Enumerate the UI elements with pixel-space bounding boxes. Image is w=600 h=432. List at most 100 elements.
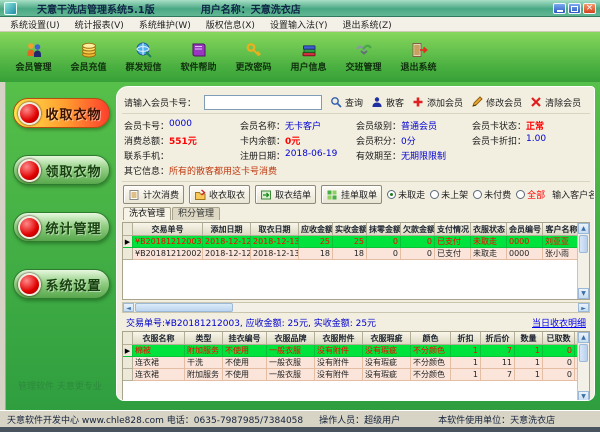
minimize-icon[interactable] [553,3,566,14]
main-wrap: 请输入会员卡号： 查询散客添加会员修改会员清除会员 会员卡号：0000会员名称：… [116,82,600,410]
table-cell: 0 [543,369,575,381]
item-row-2[interactable]: 连衣裙附加服务不使用一般衣服没有附件没有瑕疵不分颜色17107 [123,369,590,381]
item-row-1[interactable]: 连衣裙干洗不使用一般衣服没有附件没有瑕疵不分颜色1111011 [123,357,590,369]
field-value: 1.00 [526,134,546,147]
item-row-0[interactable]: ▶棉被附加服务不使用一般衣服没有附件没有瑕疵不分颜色17107 [123,345,590,357]
toolbar-shift-manage[interactable]: 交班管理 [338,41,389,73]
search-button[interactable]: 查询 [330,96,363,109]
sidebar-pickup-clothes[interactable]: 领取衣物 [13,155,110,185]
member-field: 注册日期：2018-06-19 [240,149,356,162]
scroll-right-icon[interactable] [578,303,589,312]
item-header-row: 衣服名称类型挂衣编号衣服品牌衣服附件衣服瑕疵颜色折扣折后价数量已取数总额 [123,332,590,345]
scroll-down-icon[interactable] [578,288,589,299]
column-header: 已取数 [543,332,575,345]
row-marker [123,248,133,260]
member-info-row: 其它信息：所有的散客都用这卡号消费 [124,163,588,178]
scroll-thumb[interactable] [579,344,588,362]
card-number-input[interactable] [204,95,322,110]
table-cell: 连衣裙 [133,357,185,369]
sidebar-system-settings[interactable]: 系统设置 [13,269,110,299]
tab-points-manage[interactable]: 积分管理 [172,207,220,220]
orders-vscrollbar[interactable] [577,223,589,299]
radio-all[interactable]: 全部 [516,188,545,201]
menu-item-0[interactable]: 系统设置(U) [10,18,60,31]
table-cell: 2018-12-12 [203,248,251,260]
member-search-row: 请输入会员卡号： 查询散客添加会员修改会员清除会员 [122,91,590,114]
app-icon [4,2,17,15]
menu-item-5[interactable]: 退出系统(Z) [342,18,391,31]
toolbar-member-recharge[interactable]: 会员充值 [63,41,114,73]
add-icon [412,96,424,108]
table-cell: 1 [515,369,543,381]
collect-clothes-button[interactable]: 收衣取衣 [189,185,250,204]
table-cell: 0 [543,357,575,369]
toolbar-exit[interactable]: 退出系统 [393,41,444,73]
field-value: 正常 [526,119,544,132]
table-cell: 没有瑕疵 [363,369,411,381]
daily-detail-link[interactable]: 当日收衣明细 [532,316,586,329]
field-value: 2018-06-19 [285,149,337,162]
scroll-left-icon[interactable] [123,303,134,312]
sidebar-statistics[interactable]: 统计管理 [13,212,110,242]
button-label: 计次消费 [143,188,179,201]
restore-icon[interactable] [568,3,581,14]
table-cell: 未取走 [471,248,507,260]
order-row-1[interactable]: ¥B201812120022018-12-122018-12-13181800已… [123,248,590,260]
edit-member-button[interactable]: 修改会员 [471,96,522,109]
orders-hscrollbar[interactable] [122,302,590,313]
scroll-up-icon[interactable] [578,223,589,234]
column-header: 客户名称 [543,223,581,236]
menu-item-4[interactable]: 设置输入法(Y) [270,18,328,31]
toolbar-member-manage[interactable]: 会员管理 [8,41,59,73]
menu-item-2[interactable]: 系统维护(W) [139,18,191,31]
column-header: 添加日期 [203,223,251,236]
status-bar: 天意软件开发中心 www.chle828.com 电话：0635-7987985… [0,410,600,427]
scroll-down-icon[interactable] [578,391,589,401]
items-vscrollbar[interactable] [577,332,589,401]
tab-laundry-manage[interactable]: 洗衣管理 [123,207,171,220]
guest-icon [371,96,383,108]
scroll-thumb[interactable] [579,235,588,253]
field-label: 会员卡折扣： [472,134,526,147]
radio-circle [516,190,525,199]
table-cell: 没有附件 [315,369,363,381]
radio-untaken[interactable]: 未取走 [387,188,425,201]
field-label: 消费总额： [124,134,169,147]
button-label: 修改会员 [486,96,522,109]
column-header: 衣服状态 [471,223,507,236]
table-cell: 0 [543,345,575,357]
member-field: 会员卡折扣：1.00 [472,134,588,147]
scroll-up-icon[interactable] [578,332,589,343]
remove-member-button[interactable]: 清除会员 [530,96,581,109]
sidebar-collect-clothes[interactable]: 收取衣物 [13,98,110,128]
toolbar-user-info[interactable]: 用户信息 [283,41,334,73]
toolbar-sms[interactable]: 群发短信 [118,41,169,73]
table-cell: 不使用 [223,345,267,357]
rack-pickup-button[interactable]: 挂单取单 [321,185,382,204]
userinfo-icon [299,41,319,59]
toolbar-label: 软件帮助 [180,60,216,73]
table-cell: 未取走 [471,236,507,248]
order-row-0[interactable]: ▶¥B201812120032018-12-122018-12-13252500… [123,236,590,248]
settle-order-button[interactable]: 取衣结单 [255,185,316,204]
menu-item-1[interactable]: 统计报表(V) [75,18,124,31]
toolbar-label: 更改密码 [235,60,271,73]
toolbar-help[interactable]: 软件帮助 [173,41,224,73]
add-member-button[interactable]: 添加会员 [412,96,463,109]
red-orb-icon [18,102,41,125]
scroll-thumb[interactable] [135,303,233,312]
toolbar-label: 用户信息 [290,60,326,73]
toolbar-change-password[interactable]: 更改密码 [228,41,279,73]
count-consume-button[interactable]: 计次消费 [123,185,184,204]
radio-unpaid[interactable]: 未付费 [473,188,511,201]
field-value: 普通会员 [401,119,437,132]
radio-unshelved[interactable]: 未上架 [430,188,468,201]
action-row: 计次消费收衣取衣取衣结单挂单取单未取走未上架未付费全部输入客户名称查询无卡客户： [122,184,590,205]
search-icon [330,96,342,108]
window-bottom-border [0,427,600,432]
column-header: 衣服附件 [315,332,363,345]
menu-item-3[interactable]: 版权信息(X) [206,18,255,31]
table-cell: 1 [515,345,543,357]
guest-button[interactable]: 散客 [371,96,404,109]
close-icon[interactable] [583,3,596,14]
